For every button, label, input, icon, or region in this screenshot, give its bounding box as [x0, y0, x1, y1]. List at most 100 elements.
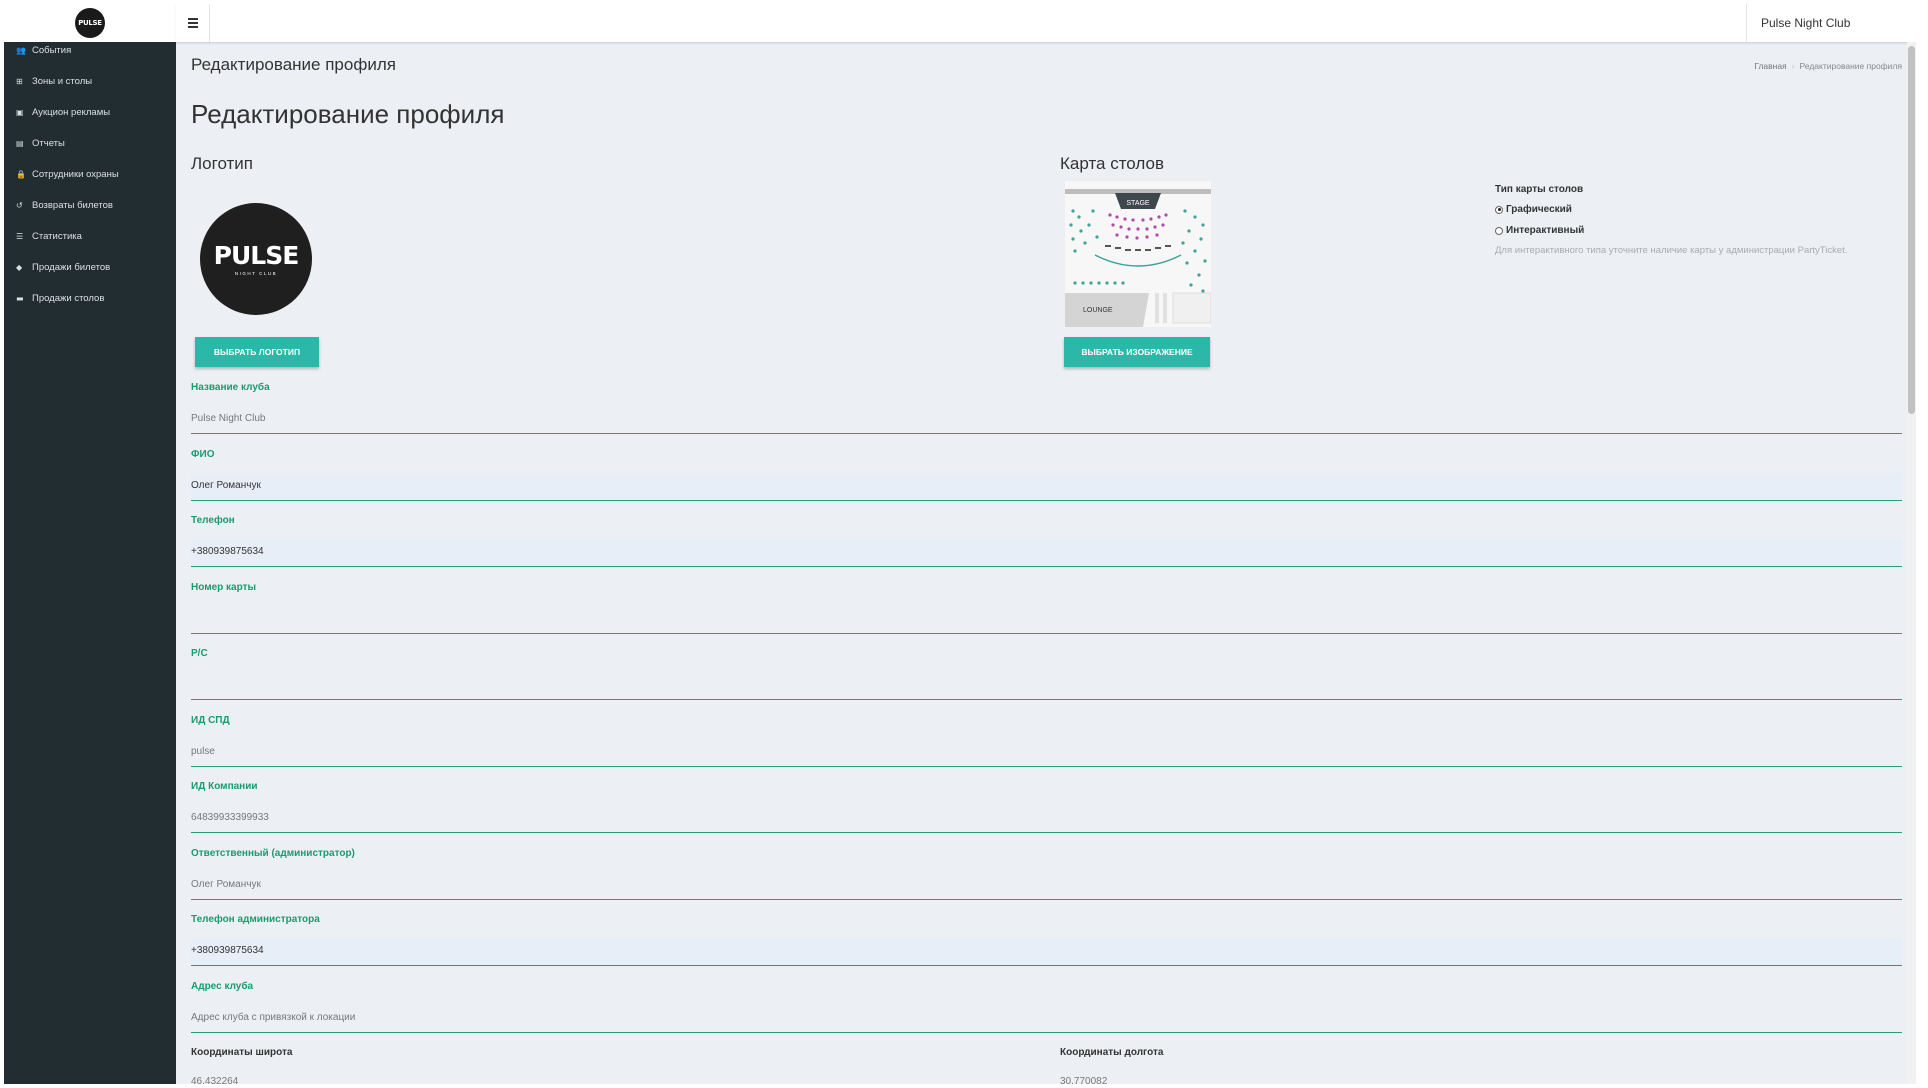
- app-window: PULSE Pulse Night Club 👥 События ⊞ Зоны …: [4, 4, 1916, 1084]
- company-id-field: ИД Компании 64839933399933: [191, 781, 1902, 847]
- choose-logo-button[interactable]: ВЫБРАТЬ ЛОГОТИП: [195, 337, 319, 367]
- phone-field: Телефон +380939875634: [191, 515, 1902, 581]
- latitude-input[interactable]: 46.432264: [191, 1076, 238, 1084]
- map-type-option-graphic[interactable]: Графический: [1495, 199, 1895, 220]
- club-name-input[interactable]: Pulse Night Club: [191, 406, 1902, 434]
- page-title: Редактирование профиля: [191, 99, 505, 129]
- field-label: Адрес клуба: [191, 981, 254, 992]
- sidebar-item-ad-auction[interactable]: ▣ Аукцион рекламы: [4, 97, 176, 128]
- field-label: Ответственный (администратор): [191, 848, 355, 859]
- sidebar-item-label: Отчеты: [32, 138, 65, 149]
- content-header-title: Редактирование профиля: [191, 55, 396, 74]
- admin-name-input[interactable]: Олег Романчук: [191, 872, 1902, 900]
- club-address-input[interactable]: Адрес клуба с привязкой к локации: [191, 1005, 1902, 1033]
- company-id-input[interactable]: 64839933399933: [191, 805, 1902, 833]
- field-label: ФИО: [191, 449, 215, 460]
- file-icon: ▤: [16, 139, 24, 148]
- field-value: Олег Романчук: [191, 480, 261, 491]
- field-label: Телефон администратора: [191, 914, 320, 925]
- sidebar-item-label: Продажи билетов: [32, 262, 111, 273]
- admin-phone-field: Телефон администратора +380939875634: [191, 914, 1902, 980]
- field-placeholder: Адрес клуба с привязкой к локации: [191, 1012, 356, 1023]
- bank-account-field: Р/С: [191, 648, 1902, 714]
- map-type-option-label: Интерактивный: [1506, 225, 1585, 236]
- field-label: Р/С: [191, 648, 208, 659]
- admin-phone-input[interactable]: +380939875634: [191, 938, 1902, 966]
- top-navbar: Pulse Night Club: [176, 4, 1916, 43]
- sidebar-item-events[interactable]: 👥 События: [4, 35, 176, 66]
- sidebar-item-label: Возвраты билетов: [32, 200, 113, 211]
- map-section-title: Карта столов: [1060, 154, 1164, 173]
- sidebar-item-ticket-returns[interactable]: ↺ Возвраты билетов: [4, 190, 176, 221]
- bank-account-input[interactable]: [191, 672, 1902, 700]
- card-number-input[interactable]: [191, 606, 1902, 634]
- table-map-drawing: STAGE LOUNGE: [1065, 181, 1211, 327]
- users-icon: 👥: [16, 46, 26, 55]
- tag-icon: ◆: [16, 263, 23, 272]
- field-label: ИД СПД: [191, 715, 230, 726]
- breadcrumb-current: Редактирование профиля: [1799, 61, 1902, 71]
- page-scrollbar-thumb[interactable]: [1908, 46, 1915, 414]
- field-label: Название клуба: [191, 382, 270, 393]
- latitude-label: Координаты широта: [191, 1047, 293, 1058]
- sidebar-item-label: События: [32, 45, 72, 56]
- choose-image-button[interactable]: ВЫБРАТЬ ИЗОБРАЖЕНИЕ: [1064, 337, 1210, 367]
- field-value: pulse: [191, 746, 215, 757]
- field-value: +380939875634: [191, 546, 264, 557]
- field-value: +380939875634: [191, 945, 264, 956]
- user-menu[interactable]: Pulse Night Club: [1746, 4, 1916, 42]
- spd-id-input[interactable]: pulse: [191, 739, 1902, 767]
- brand-logo[interactable]: PULSE: [75, 8, 105, 38]
- full-name-input[interactable]: Олег Романчук: [191, 473, 1902, 501]
- field-label: ИД Компании: [191, 781, 258, 792]
- sidebar-item-table-sales[interactable]: ▬ Продажи столов: [4, 283, 176, 314]
- sidebar-item-label: Зоны и столы: [32, 76, 93, 87]
- breadcrumb-home-link[interactable]: Главная: [1754, 61, 1786, 71]
- logo-section-title: Логотип: [191, 154, 254, 173]
- radio-checked-icon[interactable]: [1495, 205, 1503, 214]
- sidebar-item-security-staff[interactable]: 🔒 Сотрудники охраны: [4, 159, 176, 190]
- user-menu-club-name: Pulse Night Club: [1761, 16, 1851, 30]
- sidebar-item-ticket-sales[interactable]: ◆ Продажи билетов: [4, 252, 176, 283]
- sitemap-icon: ⊞: [16, 77, 23, 86]
- map-type-option-interactive[interactable]: Интерактивный: [1495, 220, 1895, 241]
- club-address-field: Адрес клуба Адрес клуба с привязкой к ло…: [191, 981, 1902, 1047]
- admin-name-field: Ответственный (администратор) Олег Роман…: [191, 848, 1902, 914]
- breadcrumb: Главная › Редактирование профиля: [1754, 61, 1902, 71]
- field-label: Номер карты: [191, 582, 257, 593]
- club-logo-image: PULSE NIGHT CLUB: [200, 203, 312, 315]
- hamburger-icon: [187, 16, 198, 30]
- map-stage-label: STAGE: [1126, 200, 1150, 207]
- field-label: Телефон: [191, 515, 235, 526]
- map-type-hint: Для интерактивного типа уточните наличие…: [1495, 245, 1848, 256]
- sidebar-item-label: Аукцион рекламы: [32, 107, 111, 118]
- table-map-image: STAGE LOUNGE: [1065, 181, 1211, 327]
- radio-unchecked-icon[interactable]: [1495, 226, 1503, 235]
- field-value: 64839933399933: [191, 812, 269, 823]
- sidebar-item-label: Сотрудники охраны: [32, 169, 119, 180]
- undo-icon: ↺: [16, 201, 23, 210]
- lock-icon: 🔒: [16, 170, 26, 179]
- sidebar-item-label: Статистика: [32, 231, 82, 242]
- map-type-title: Тип карты столов: [1495, 184, 1584, 195]
- club-name-field: Название клуба Pulse Night Club: [191, 382, 1902, 448]
- map-type-group: Тип карты столов Графический Интерактивн…: [1495, 181, 1895, 256]
- money-icon: ▣: [16, 108, 24, 117]
- full-name-field: ФИО Олег Романчук: [191, 449, 1902, 515]
- phone-input[interactable]: +380939875634: [191, 539, 1902, 567]
- longitude-label: Координаты долгота: [1060, 1047, 1164, 1058]
- card-number-field: Номер карты: [191, 582, 1902, 648]
- sidebar-toggle-button[interactable]: [176, 4, 210, 42]
- field-value: Олег Романчук: [191, 879, 261, 890]
- sidebar: 👥 События ⊞ Зоны и столы ▣ Аукцион рекла…: [4, 42, 176, 1084]
- club-logo-brand-text: PULSE: [213, 240, 300, 270]
- sidebar-item-reports[interactable]: ▤ Отчеты: [4, 128, 176, 159]
- map-type-option-label: Графический: [1506, 204, 1572, 215]
- map-lounge-label: LOUNGE: [1083, 307, 1113, 314]
- sidebar-item-zones[interactable]: ⊞ Зоны и столы: [4, 66, 176, 97]
- list-icon: ☰: [16, 232, 24, 241]
- sidebar-item-statistics[interactable]: ☰ Статистика: [4, 221, 176, 252]
- spd-id-field: ИД СПД pulse: [191, 715, 1902, 781]
- longitude-input[interactable]: 30.770082: [1060, 1076, 1107, 1084]
- club-logo-sub-text: NIGHT CLUB: [234, 270, 278, 276]
